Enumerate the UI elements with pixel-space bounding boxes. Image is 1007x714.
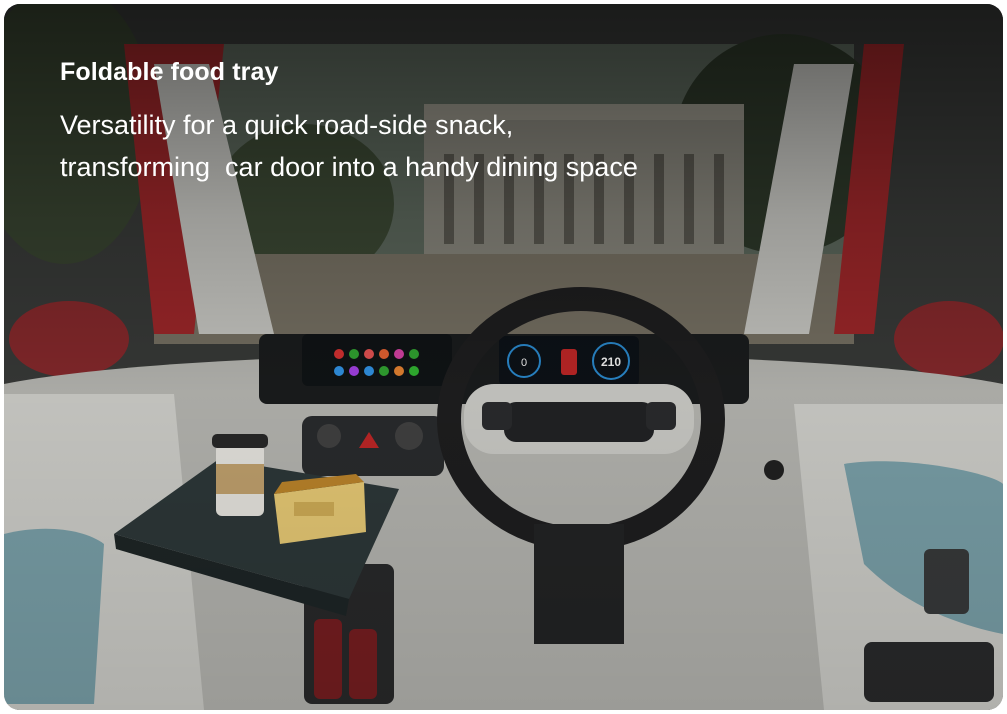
left-side-mirror [9, 301, 129, 377]
description-line: transforming car door into a handy dinin… [60, 152, 638, 182]
feature-card: 0 210 Foldable food tray Versatility for… [4, 4, 1003, 710]
gauge-readout: 0 [521, 357, 527, 369]
left-door-panel [4, 528, 104, 704]
feature-description: Versatility for a quick road-side snack,… [60, 104, 820, 188]
speed-readout: 210 [601, 355, 621, 369]
infotainment-screen [302, 334, 452, 386]
description-line: Versatility for a quick road-side snack, [60, 110, 514, 140]
feature-title: Foldable food tray [60, 58, 279, 86]
snack-box [274, 474, 366, 544]
coffee-cup [212, 434, 268, 516]
right-side-mirror [894, 301, 1003, 377]
